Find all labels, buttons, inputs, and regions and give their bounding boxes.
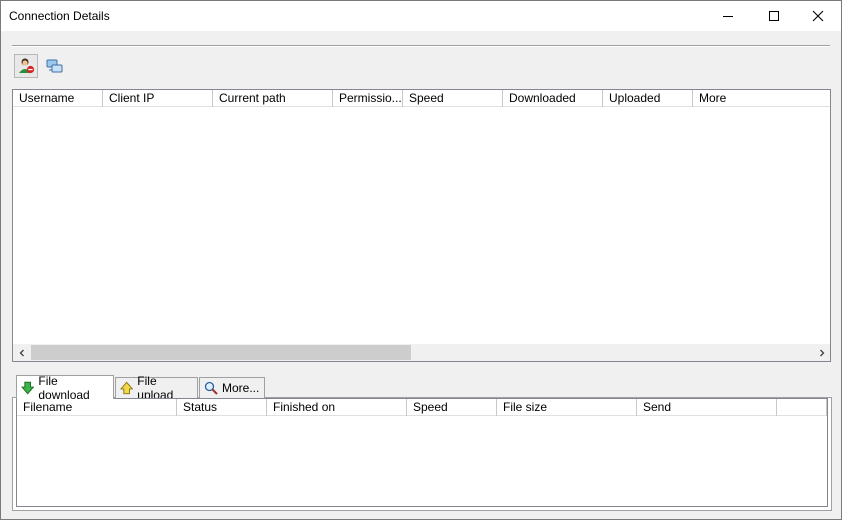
column-filename[interactable]: Filename — [17, 399, 177, 416]
title-bar: Connection Details — [1, 1, 841, 31]
tab-file-upload[interactable]: File upload — [115, 374, 198, 402]
maximize-icon — [769, 11, 779, 21]
column-filler — [777, 399, 827, 416]
transfers-list[interactable]: Filename Status Finished on Speed File s… — [16, 398, 828, 507]
column-current-path[interactable]: Current path — [213, 90, 333, 107]
column-permissions[interactable]: Permissio... — [333, 90, 403, 107]
maximize-button[interactable] — [751, 1, 797, 31]
minimize-icon — [723, 15, 733, 17]
column-speed[interactable]: Speed — [403, 90, 503, 107]
column-send[interactable]: Send — [637, 399, 777, 416]
scroll-thumb[interactable] — [31, 345, 411, 360]
column-downloaded[interactable]: Downloaded — [503, 90, 603, 107]
kick-user-icon — [19, 58, 35, 74]
column-more[interactable]: More — [693, 90, 830, 107]
download-arrow-icon — [21, 381, 35, 394]
toolbar-separator — [12, 45, 830, 47]
column-finished-on[interactable]: Finished on — [267, 399, 407, 416]
column-client-ip[interactable]: Client IP — [103, 90, 213, 107]
tab-more-label: More... — [222, 381, 260, 395]
column-transfer-speed[interactable]: Speed — [407, 399, 497, 416]
chevron-left-icon — [19, 349, 24, 356]
transfers-header: Filename Status Finished on Speed File s… — [17, 399, 827, 416]
connections-list[interactable]: Username Client IP Current path Permissi… — [12, 89, 831, 362]
connection-details-window: Connection Details Username Client IP Cu… — [0, 0, 842, 520]
magnifier-icon — [204, 381, 218, 395]
kick-user-button[interactable] — [14, 54, 38, 78]
column-file-size[interactable]: File size — [497, 399, 637, 416]
network-icon — [46, 59, 63, 73]
tab-file-download[interactable]: File download — [16, 373, 114, 402]
close-button[interactable] — [795, 1, 841, 31]
tab-file-download-label: File download — [38, 373, 90, 402]
minimize-button[interactable] — [705, 1, 751, 31]
column-status[interactable]: Status — [177, 399, 267, 416]
tab-more[interactable]: More... — [199, 377, 265, 398]
network-button[interactable] — [43, 54, 67, 78]
upload-arrow-icon — [120, 381, 134, 395]
window-title: Connection Details — [9, 9, 110, 23]
connections-header: Username Client IP Current path Permissi… — [13, 90, 830, 107]
close-icon — [812, 10, 824, 22]
column-username[interactable]: Username — [13, 90, 103, 107]
scroll-right-arrow[interactable] — [813, 344, 830, 361]
scroll-left-arrow[interactable] — [13, 344, 30, 361]
horizontal-scrollbar[interactable] — [13, 344, 830, 361]
column-uploaded[interactable]: Uploaded — [603, 90, 693, 107]
chevron-right-icon — [819, 349, 824, 356]
